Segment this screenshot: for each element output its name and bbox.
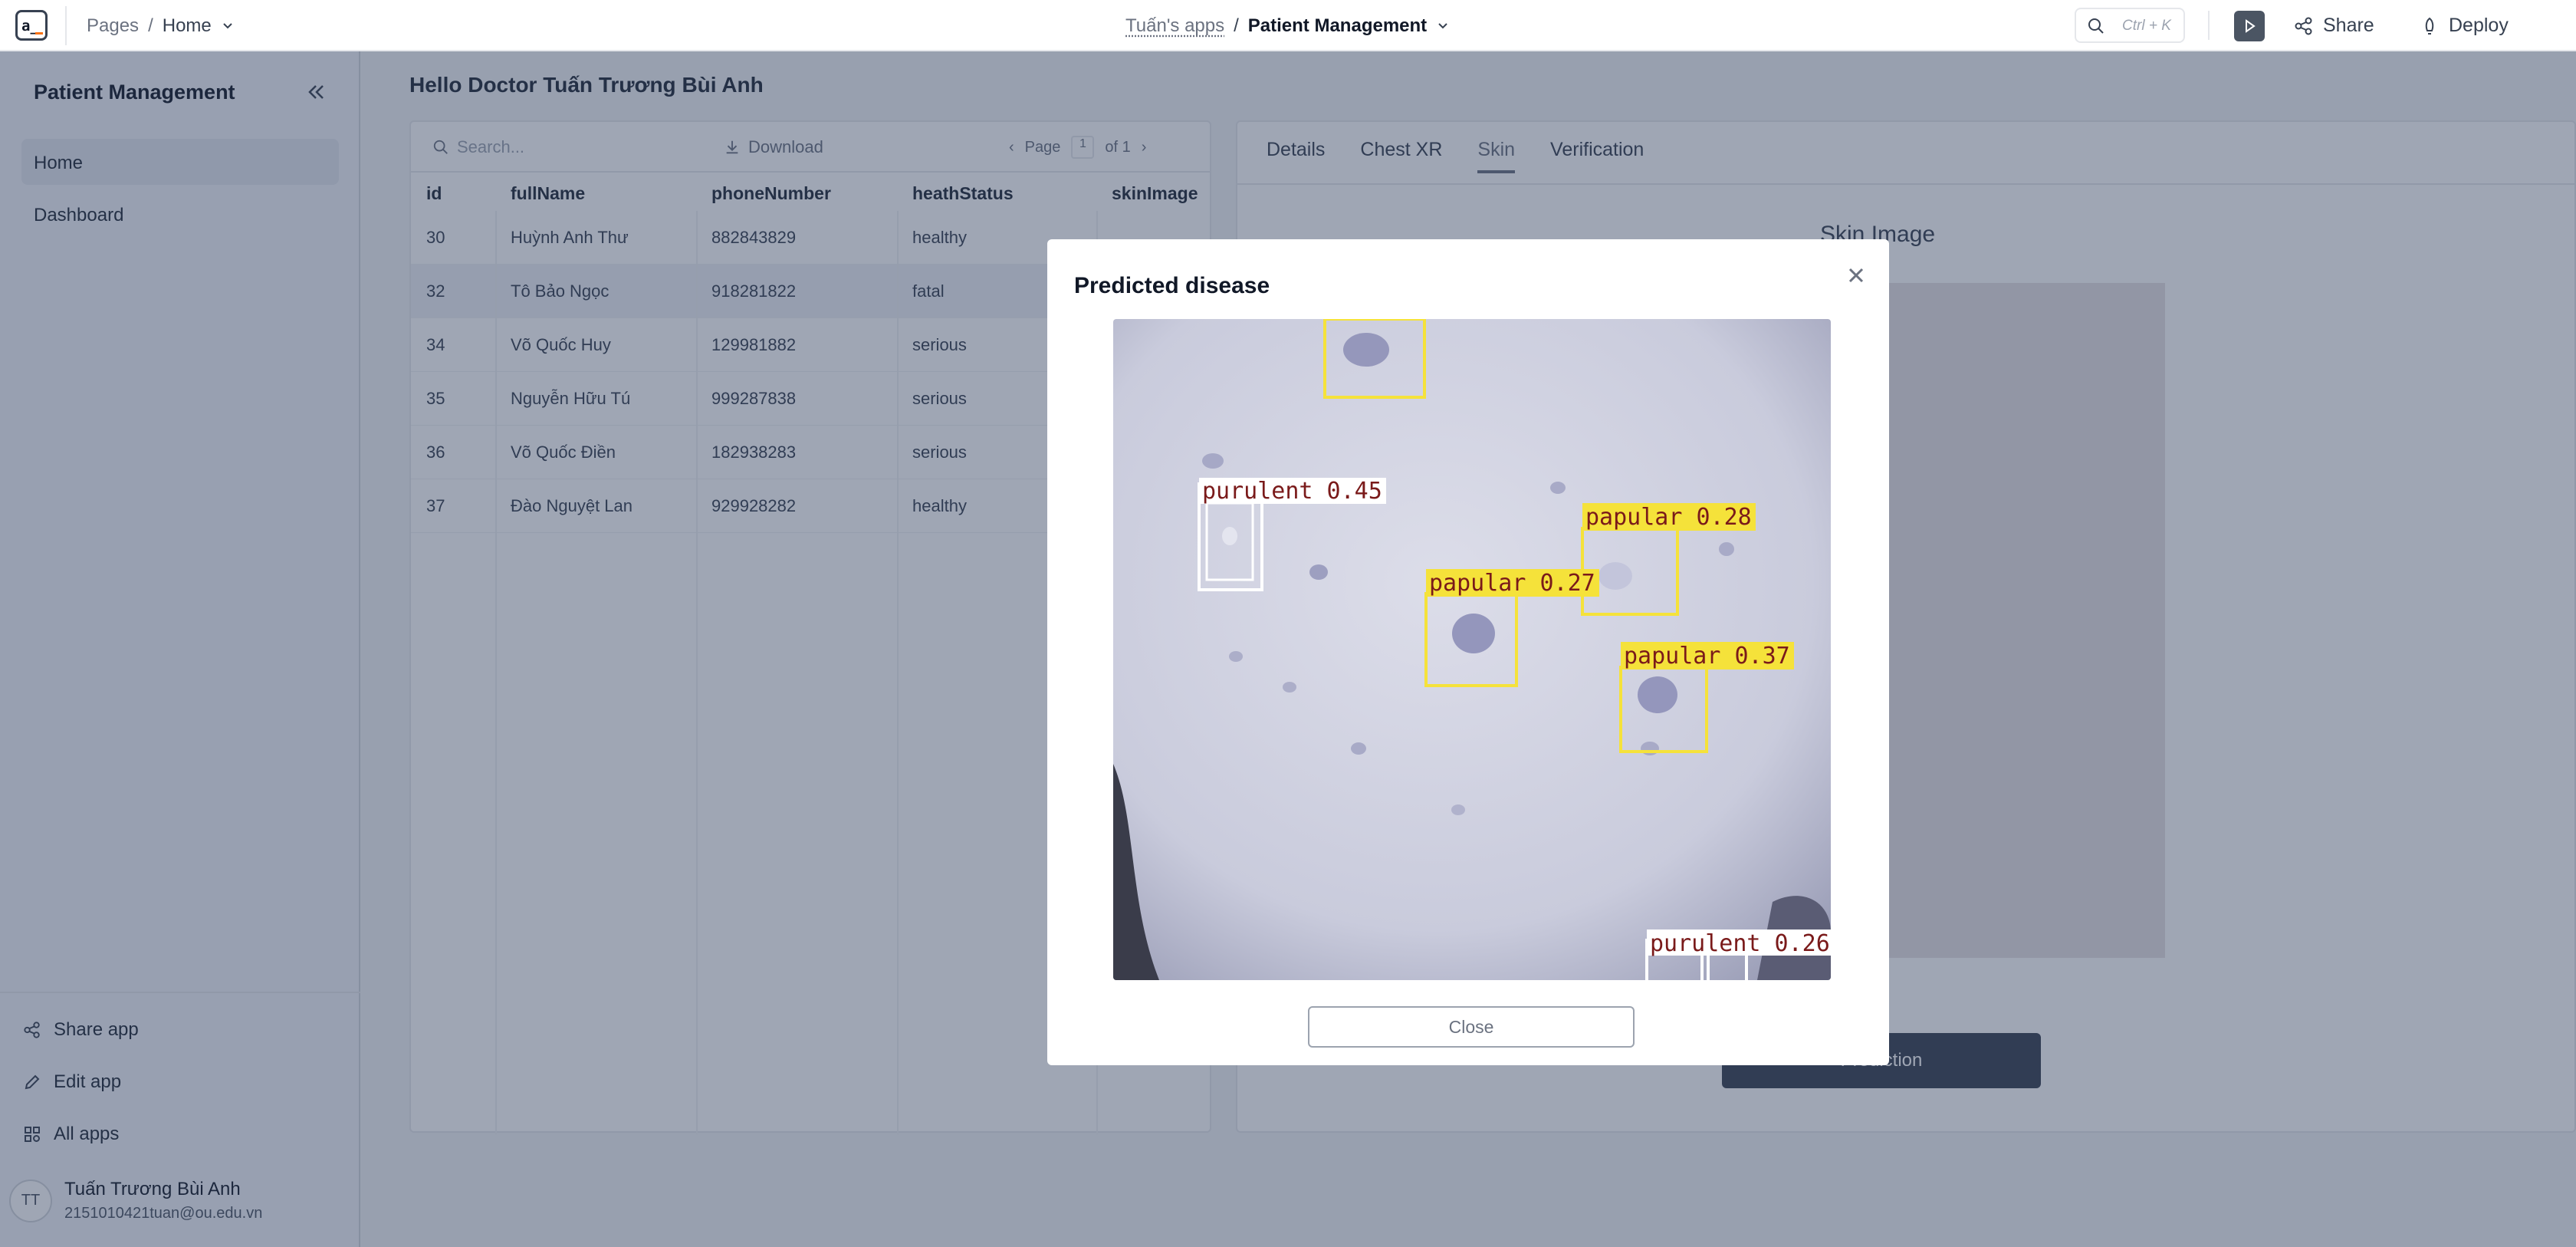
- current-page: Home: [162, 15, 212, 36]
- search-shortcut: Ctrl + K: [2122, 18, 2171, 34]
- chevron-down-icon: [1438, 23, 1447, 29]
- detection-label: papular 0.28: [1585, 504, 1752, 531]
- skin-detection-photo: purulent 0.45 papular 0.28 papular 0.27 …: [1113, 319, 1831, 980]
- divider: [65, 6, 67, 45]
- chevron-down-icon: [223, 23, 232, 29]
- detection-label: papular 0.27: [1429, 570, 1595, 597]
- search-icon: [2088, 18, 2104, 34]
- app-breadcrumb[interactable]: Tuấn's apps / Patient Management: [1125, 15, 1450, 37]
- prediction-image: purulent 0.45 papular 0.28 papular 0.27 …: [1113, 319, 1831, 980]
- top-bar: a_ Pages / Home Tuấn's apps / Patient Ma…: [0, 0, 2576, 51]
- detection-label: papular 0.37: [1624, 643, 1790, 670]
- run-button[interactable]: [2234, 11, 2265, 41]
- pages-label: Pages: [87, 15, 140, 36]
- play-icon: [2246, 19, 2256, 33]
- rocket-icon: [2425, 17, 2434, 35]
- close-icon[interactable]: [1843, 262, 1869, 288]
- predicted-disease-modal: Predicted disease purulent 0.45 papular …: [1047, 239, 1889, 1065]
- share-icon: [2295, 17, 2312, 35]
- command-search[interactable]: Ctrl + K: [2075, 8, 2185, 43]
- apps-link[interactable]: Tuấn's apps: [1125, 15, 1224, 37]
- app-name: Patient Management: [1247, 15, 1428, 36]
- close-button[interactable]: Close: [1308, 1006, 1635, 1048]
- deploy-button[interactable]: Deploy: [2420, 15, 2509, 37]
- share-button[interactable]: Share: [2294, 15, 2374, 37]
- divider: [2208, 11, 2210, 40]
- page-breadcrumb[interactable]: Pages / Home: [87, 15, 235, 37]
- app-logo[interactable]: a_: [15, 10, 48, 41]
- modal-title: Predicted disease: [1074, 273, 1270, 298]
- detection-label: purulent 0.26: [1650, 930, 1830, 957]
- detection-label: purulent 0.45: [1202, 478, 1382, 505]
